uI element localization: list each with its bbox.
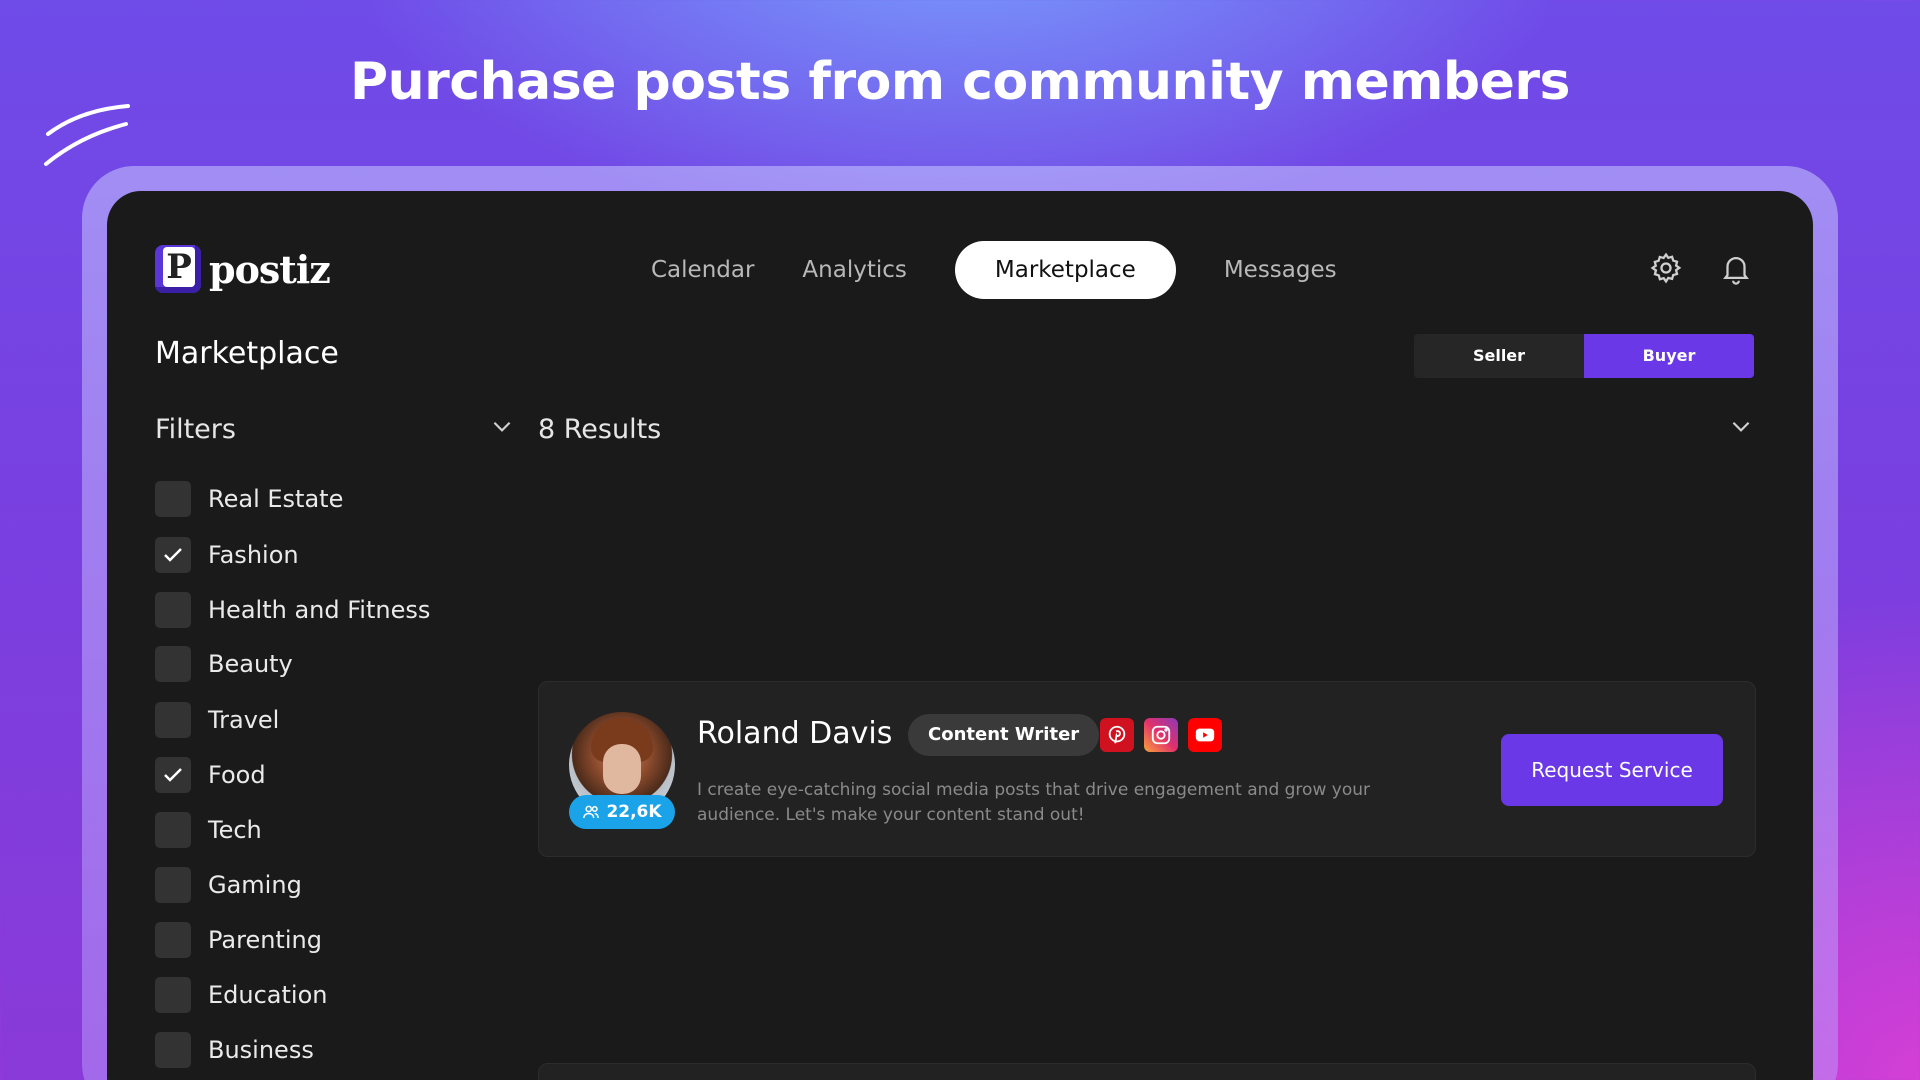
checkbox[interactable] <box>155 922 191 958</box>
checkbox[interactable] <box>155 977 191 1013</box>
role-badge: Content Writer <box>908 714 1100 756</box>
filter-education[interactable]: Education <box>155 977 327 1013</box>
results-count: 8 Results <box>538 414 662 445</box>
logo-mark: P <box>155 245 201 293</box>
checkbox[interactable] <box>155 1032 191 1068</box>
filter-food[interactable]: Food <box>155 757 266 793</box>
check-icon <box>164 548 182 562</box>
filter-tech[interactable]: Tech <box>155 812 262 848</box>
checkbox[interactable] <box>155 646 191 682</box>
chevron-down-icon[interactable] <box>1728 413 1754 446</box>
checkbox-checked[interactable] <box>155 757 191 793</box>
decorative-strokes-icon <box>44 104 130 166</box>
followers-count: 22,6K <box>606 802 662 822</box>
nav-messages[interactable]: Messages <box>1200 241 1361 299</box>
nav-calendar[interactable]: Calendar <box>627 241 778 299</box>
results-header: 8 Results <box>538 413 1754 446</box>
app-window: P postiz Calendar Analytics Marketplace … <box>107 191 1813 1080</box>
filter-business[interactable]: Business <box>155 1032 314 1068</box>
followers-badge: 22,6K <box>569 795 675 829</box>
filter-gaming[interactable]: Gaming <box>155 867 302 903</box>
checkbox-checked[interactable] <box>155 537 191 573</box>
checkbox[interactable] <box>155 867 191 903</box>
filter-fashion[interactable]: Fashion <box>155 537 299 573</box>
logo-text: postiz <box>209 246 331 292</box>
buyer-toggle-button[interactable]: Buyer <box>1584 334 1754 378</box>
request-service-button[interactable]: Request Service <box>1501 734 1723 806</box>
top-icons <box>1649 251 1753 285</box>
checkbox[interactable] <box>155 592 191 628</box>
youtube-icon[interactable] <box>1188 718 1222 752</box>
checkbox[interactable] <box>155 812 191 848</box>
filters-title: Filters <box>155 414 236 445</box>
checkbox[interactable] <box>155 702 191 738</box>
seller-name: Roland Davis <box>697 716 893 751</box>
checkbox[interactable] <box>155 481 191 517</box>
logo[interactable]: P postiz <box>155 245 331 293</box>
instagram-icon[interactable] <box>1144 718 1178 752</box>
check-icon <box>164 768 182 782</box>
chevron-down-icon[interactable] <box>489 413 515 446</box>
nav-marketplace[interactable]: Marketplace <box>954 241 1176 299</box>
pinterest-icon[interactable] <box>1100 718 1134 752</box>
filters-header[interactable]: Filters <box>155 413 515 446</box>
top-nav: Calendar Analytics Marketplace Messages <box>627 241 1361 299</box>
bell-icon[interactable] <box>1719 251 1753 285</box>
filter-parenting[interactable]: Parenting <box>155 922 322 958</box>
filter-real-estate[interactable]: Real Estate <box>155 481 343 517</box>
nav-analytics[interactable]: Analytics <box>778 241 930 299</box>
social-icons <box>1100 718 1222 752</box>
seller-description: I create eye-catching social media posts… <box>697 780 1370 825</box>
filter-beauty[interactable]: Beauty <box>155 646 293 682</box>
seller-toggle-button[interactable]: Seller <box>1414 334 1584 378</box>
gear-icon[interactable] <box>1649 251 1683 285</box>
seller-card: 22,6K Roland Davis Content Writer I crea… <box>538 681 1756 857</box>
filter-health-and-fitness[interactable]: Health and Fitness <box>155 592 430 628</box>
users-icon <box>583 805 600 819</box>
next-seller-card <box>538 1063 1756 1080</box>
role-toggle: Seller Buyer <box>1414 334 1754 378</box>
headline: Purchase posts from community members <box>350 52 1570 112</box>
filter-travel[interactable]: Travel <box>155 702 279 738</box>
page-title: Marketplace <box>155 336 339 371</box>
